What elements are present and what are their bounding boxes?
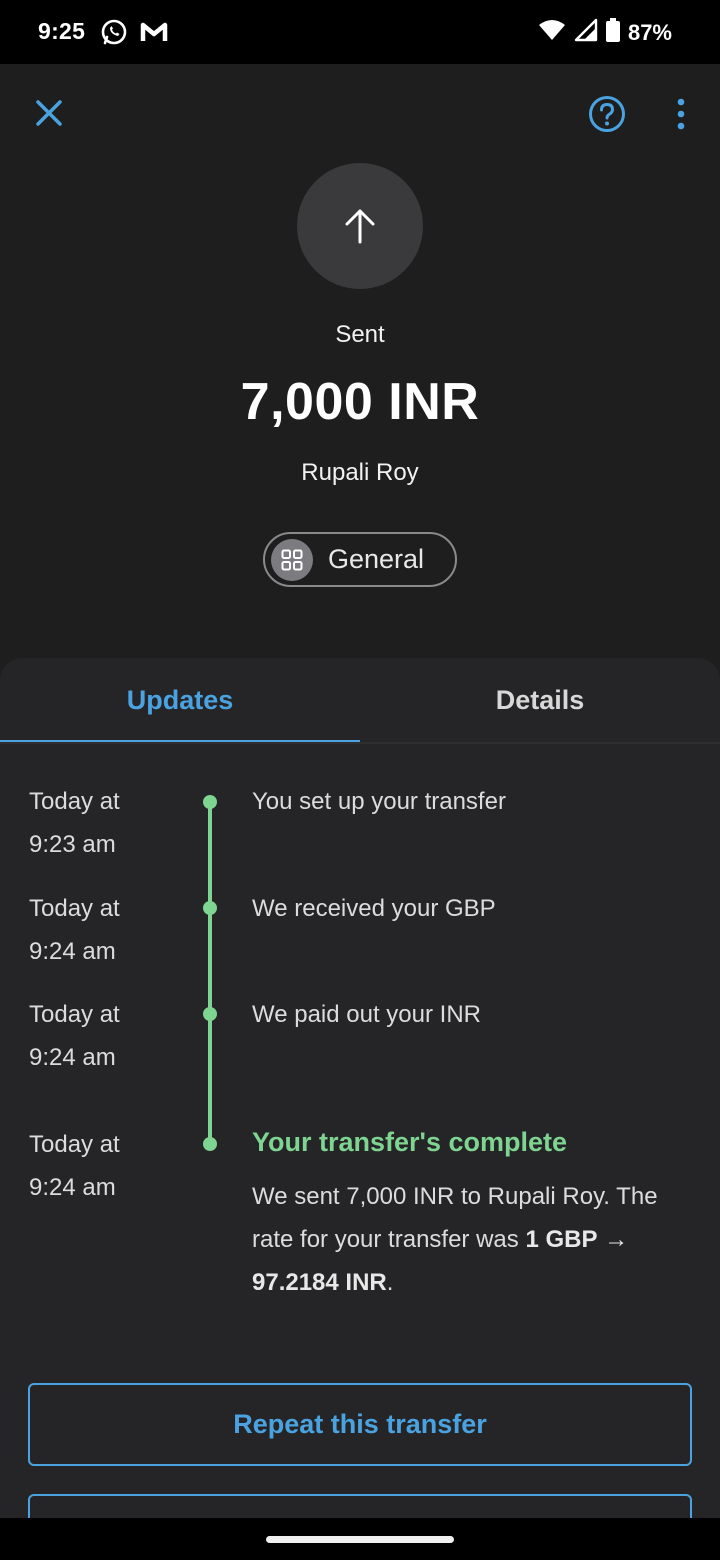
signal-icon (574, 18, 598, 47)
whatsapp-icon (100, 18, 128, 51)
timeline-time-clock: 9:24 am (29, 1044, 116, 1071)
complete-body-suffix: . (386, 1269, 394, 1296)
timeline-line (208, 801, 212, 1144)
wifi-icon (538, 18, 566, 47)
gmail-icon (140, 20, 168, 49)
timeline-time-clock: 9:24 am (29, 938, 116, 965)
battery-icon (605, 18, 620, 47)
timeline-time-day: Today at (29, 895, 120, 922)
tab-details[interactable]: Details (360, 658, 720, 742)
complete-body-text: We sent 7,000 INR to Rupali Roy. The rat… (252, 1183, 658, 1253)
close-button[interactable] (30, 94, 68, 132)
timeline-item-2-text: We received your GBP (252, 895, 496, 922)
timeline-time-day: Today at (29, 788, 120, 815)
transfer-type-avatar (297, 163, 423, 289)
timeline-time-clock: 9:23 am (29, 831, 116, 858)
timeline-time-day: Today at (29, 1001, 120, 1028)
navigation-bar (0, 1518, 720, 1560)
help-icon (589, 96, 625, 132)
arrow-up-icon (345, 209, 375, 244)
status-system-icons: 87% (538, 18, 672, 47)
timeline-item-1-time: Today at 9:23 am (29, 780, 120, 866)
close-icon (36, 100, 62, 126)
status-bar: 9:25 87% (0, 0, 720, 64)
more-vertical-icon (677, 98, 685, 130)
transfer-complete-title: Your transfer's complete (252, 1127, 568, 1157)
timeline-dot (203, 795, 217, 809)
help-button[interactable] (588, 95, 626, 133)
tab-updates[interactable]: Updates (0, 658, 360, 742)
tab-divider (0, 742, 720, 744)
timeline-time-clock: 9:24 am (29, 1174, 116, 1201)
timeline-item-1-text: You set up your transfer (252, 788, 506, 815)
timeline-item-3-time: Today at 9:24 am (29, 993, 120, 1079)
category-grid-icon (271, 538, 313, 581)
timeline-dot (203, 901, 217, 915)
rate-to: 97.2184 INR (252, 1269, 387, 1296)
timeline-item-3-text: We paid out your INR (252, 1001, 481, 1028)
rate-from: 1 GBP (525, 1226, 598, 1253)
recipient-name: Rupali Roy (301, 459, 419, 486)
transfer-amount: 7,000 INR (240, 373, 480, 431)
transfer-status-label: Sent (335, 321, 385, 348)
timeline-item-2-time: Today at 9:24 am (29, 887, 120, 973)
rate-arrow: → (604, 1226, 629, 1253)
status-time: 9:25 (38, 18, 86, 44)
home-gesture-pill[interactable] (266, 1536, 454, 1543)
status-notification-icons (100, 18, 168, 51)
more-options-button[interactable] (668, 95, 694, 133)
transfer-complete-body: We sent 7,000 INR to Rupali Roy. The rat… (252, 1175, 692, 1304)
timeline-time-day: Today at (29, 1131, 120, 1158)
repeat-transfer-button[interactable]: Repeat this transfer (28, 1383, 692, 1466)
timeline-dot (203, 1137, 217, 1151)
battery-percent: 87% (627, 19, 672, 45)
category-chip[interactable]: General (263, 532, 457, 587)
timeline-item-4-time: Today at 9:24 am (29, 1123, 120, 1209)
category-label: General (328, 544, 425, 574)
timeline-dot (203, 1007, 217, 1021)
